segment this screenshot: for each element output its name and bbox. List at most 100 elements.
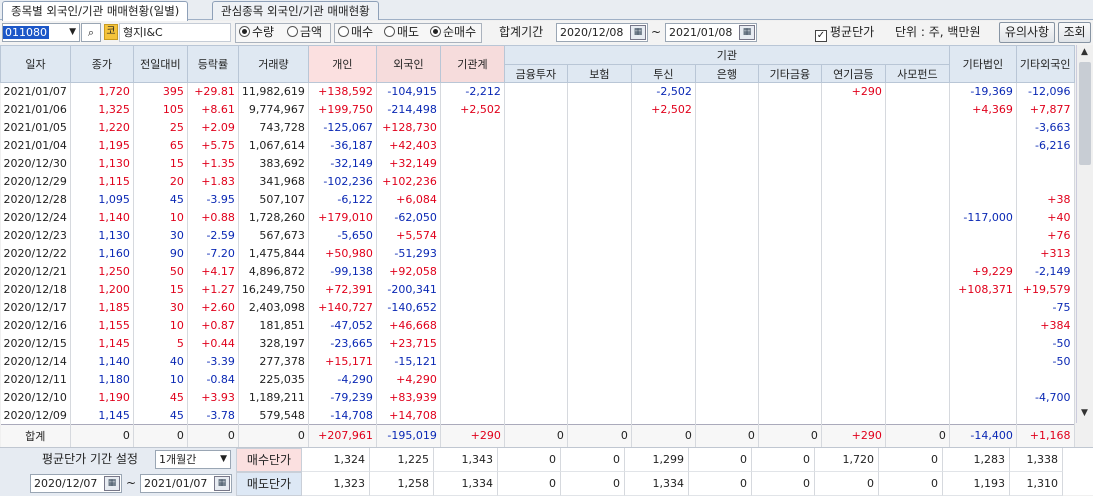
scroll-down-icon[interactable]: ▼ — [1081, 408, 1088, 418]
col-trust[interactable]: 투신 — [630, 64, 696, 83]
table-cell: -12,096 — [1016, 82, 1075, 101]
calendar-icon[interactable]: ▦ — [214, 476, 230, 491]
table-cell — [885, 226, 950, 245]
tab-stock-daily[interactable]: 종목별 외국인/기관 매매현황(일별) — [2, 1, 189, 21]
col-individual[interactable]: 개인 — [307, 45, 377, 83]
table-row[interactable]: 2021/01/04 1,195 65 +5.75 1,067,614 -36,187 +4… — [0, 136, 1075, 155]
col-pension[interactable]: 연기금등 — [820, 64, 886, 83]
col-fin-invest[interactable]: 금융투자 — [503, 64, 568, 83]
table-row[interactable]: 2020/12/18 1,200 15 +1.27 16,249,750 +72,391-… — [0, 280, 1075, 299]
table-cell — [440, 118, 505, 137]
col-bank[interactable]: 은행 — [694, 64, 759, 83]
col-other-fin[interactable]: 기타금융 — [757, 64, 822, 83]
radio-buy-label: 매수 — [351, 25, 374, 39]
period-tilde: ~ — [651, 25, 662, 39]
chevron-down-icon[interactable]: ▼ — [220, 451, 227, 468]
buy-avg-cell: 0 — [879, 448, 943, 472]
search-icon[interactable]: ⌕ — [81, 23, 101, 42]
chevron-down-icon[interactable]: ▼ — [69, 24, 76, 41]
col-private-fund[interactable]: 사모펀드 — [884, 64, 950, 83]
calendar-icon[interactable]: ▦ — [104, 476, 120, 491]
table-cell: -4,700 — [1016, 388, 1075, 407]
table-cell — [695, 172, 759, 191]
table-row[interactable]: 2020/12/16 1,155 10 +0.87 181,851 -47,052 +46,… — [0, 316, 1075, 335]
table-cell: +6,084 — [376, 190, 441, 209]
table-cell — [504, 370, 568, 389]
table-cell — [631, 388, 696, 407]
table-cell: +72,391 — [308, 280, 377, 299]
radio-buy[interactable]: 매수 — [338, 23, 373, 42]
scroll-up-icon[interactable]: ▲ — [1081, 47, 1088, 57]
table-cell — [504, 190, 568, 209]
stock-name: 형지I&C — [119, 23, 231, 42]
table-cell: -2.59 — [187, 226, 239, 245]
table-cell: -200,341 — [376, 280, 441, 299]
table-cell — [885, 316, 950, 335]
stock-code-input[interactable]: 011080 ▼ — [2, 23, 80, 42]
calendar-icon[interactable]: ▦ — [739, 25, 755, 40]
table-row[interactable]: 2021/01/06 1,325 105 +8.61 9,774,967 +199,750… — [0, 100, 1075, 119]
vertical-scrollbar[interactable]: ▲ ▼ — [1076, 45, 1093, 423]
tab-watchlist[interactable]: 관심종목 외국인/기관 매매현황 — [212, 1, 379, 20]
table-row[interactable]: 2020/12/29 1,115 20 +1.83 341,968 -102,236 +10… — [0, 172, 1075, 191]
avg-price-checkbox[interactable]: ✓ 평균단가 — [815, 23, 874, 42]
table-cell — [631, 118, 696, 137]
table-cell — [885, 118, 950, 137]
table-row[interactable]: 2020/12/11 1,180 10 -0.84 225,035 -4,290 +4,29… — [0, 370, 1075, 389]
radio-sell[interactable]: 매도 — [384, 23, 419, 42]
table-cell — [821, 298, 886, 317]
query-button[interactable]: 조회 — [1058, 22, 1091, 43]
scrollbar-thumb[interactable] — [1079, 62, 1091, 165]
radio-net[interactable]: 순매수 — [430, 23, 476, 42]
buy-avg-cell: 1,225 — [370, 448, 434, 472]
table-row[interactable]: 2021/01/07 1,720 395 +29.81 11,982,619 +138,5… — [0, 82, 1075, 101]
table-row[interactable]: 2020/12/09 1,145 45 -3.78 579,548 -14,708 +14,… — [0, 406, 1075, 425]
sum-cell: 0 — [133, 424, 188, 447]
col-insurance[interactable]: 보험 — [566, 64, 632, 83]
table-cell — [949, 226, 1017, 245]
table-row[interactable]: 2020/12/22 1,160 90 -7.20 1,475,844 +50,980 -5… — [0, 244, 1075, 263]
table-cell — [631, 406, 696, 425]
col-other-corp[interactable]: 기타법인 — [948, 45, 1017, 83]
notice-button[interactable]: 유의사항 — [999, 22, 1055, 43]
table-cell — [758, 118, 822, 137]
table-cell — [758, 298, 822, 317]
radio-amount[interactable]: 금액 — [287, 23, 322, 42]
table-row[interactable]: 2020/12/30 1,130 15 +1.35 383,692 -32,149 +32,… — [0, 154, 1075, 173]
table-cell: -51,293 — [376, 244, 441, 263]
radio-off-icon — [287, 26, 298, 37]
col-change[interactable]: 전일대비 — [132, 45, 188, 83]
table-row[interactable]: 2020/12/14 1,140 40 -3.39 277,378 +15,171 -15,… — [0, 352, 1075, 371]
col-volume[interactable]: 거래량 — [237, 45, 309, 83]
table-row[interactable]: 2020/12/17 1,185 30 +2.60 2,403,098 +140,727-… — [0, 298, 1075, 317]
table-cell — [504, 334, 568, 353]
table-cell: 10 — [133, 316, 188, 335]
table-row[interactable]: 2020/12/15 1,145 5 +0.44 328,197 -23,665 +23,7… — [0, 334, 1075, 353]
avg-period-select[interactable]: 1개월간 ▼ — [155, 450, 231, 469]
sum-cell: 0 — [758, 424, 822, 447]
radio-qty[interactable]: 수량 — [239, 23, 274, 42]
table-row[interactable]: 2021/01/05 1,220 25 +2.09 743,728 -125,067 +12… — [0, 118, 1075, 137]
col-date[interactable]: 일자 — [0, 45, 71, 83]
table-row[interactable]: 2020/12/24 1,140 10 +0.88 1,728,260 +179,010-… — [0, 208, 1075, 227]
table-row[interactable]: 2020/12/28 1,095 45 -3.95 507,107 -6,122 +6,08… — [0, 190, 1075, 209]
col-close[interactable]: 종가 — [69, 45, 134, 83]
calendar-icon[interactable]: ▦ — [630, 25, 646, 40]
col-inst-total[interactable]: 기관계 — [439, 45, 505, 83]
table-cell: -0.84 — [187, 370, 239, 389]
table-cell — [567, 154, 632, 173]
table-row[interactable]: 2020/12/23 1,130 30 -2.59 567,673 -5,650 +5,57… — [0, 226, 1075, 245]
table-cell — [567, 244, 632, 263]
table-cell: +46,668 — [376, 316, 441, 335]
col-rate[interactable]: 등락률 — [186, 45, 239, 83]
sell-avg-cell: 1,258 — [370, 472, 434, 496]
col-foreign[interactable]: 외국인 — [375, 45, 441, 83]
table-cell — [885, 208, 950, 227]
table-cell: 30 — [133, 298, 188, 317]
table-row[interactable]: 2020/12/21 1,250 50 +4.17 4,896,872 -99,138 +9… — [0, 262, 1075, 281]
cell-date: 2020/12/11 — [0, 370, 71, 389]
col-other-foreign[interactable]: 기타외국인 — [1015, 45, 1075, 83]
table-row[interactable]: 2020/12/10 1,190 45 +3.93 1,189,211 -79,239 +8… — [0, 388, 1075, 407]
sum-cell: +207,961 — [308, 424, 377, 447]
table-cell: 1,155 — [70, 316, 134, 335]
